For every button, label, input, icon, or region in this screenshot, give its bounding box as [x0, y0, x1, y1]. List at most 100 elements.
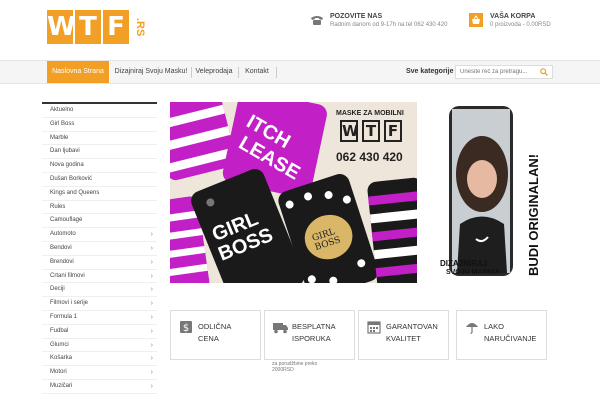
chevron-right-icon: ›: [150, 327, 153, 335]
contact-hours: Radnim danom od 9-17h na tel 062 430 420: [330, 22, 448, 28]
nav-contact[interactable]: Kontakt: [241, 61, 273, 83]
sidebar-category-item[interactable]: Bendovi ›: [42, 242, 157, 256]
logo-letter: T: [75, 10, 101, 44]
telephone-icon: [311, 16, 323, 25]
category-list: Aktuelno Girl Boss Marble Dan ljubavi Nova g…: [42, 104, 157, 394]
sidebar-category-label: Rules: [50, 203, 66, 210]
sidebar-category-label: Košarka: [50, 355, 73, 362]
sidebar-category-item[interactable]: Automoto ›: [42, 228, 157, 242]
site-header: W T F .RS POZOVITE NAS Radnim danom od 9…: [0, 0, 600, 60]
logo-letter: F: [103, 10, 129, 44]
banner-logo-letter: T: [362, 120, 380, 142]
sidebar-category-item[interactable]: Nova godina: [42, 159, 157, 173]
banner-phone-number: 062 430 420: [336, 150, 403, 164]
umbrella-icon: [466, 323, 478, 334]
ad-headline: DIZAJNIRAJ: [440, 259, 488, 268]
ad-subline: SVOJU MASKU!: [446, 269, 500, 276]
portrait-photo: [452, 109, 510, 273]
sidebar-category-label: Kings and Queens: [50, 189, 100, 196]
sidebar-category-item[interactable]: Marble: [42, 132, 157, 146]
sidebar-category-label: Automoto: [50, 231, 76, 238]
sidebar-category-label: Dušan Borković: [50, 175, 93, 182]
chevron-right-icon: ›: [150, 355, 153, 363]
nav-divider: [191, 67, 192, 78]
chevron-right-icon: ›: [150, 231, 153, 239]
chevron-right-icon: ›: [150, 341, 153, 349]
sidebar-category-label: Aktuelno: [50, 107, 74, 113]
site-logo[interactable]: W T F .RS: [47, 10, 149, 44]
chevron-right-icon: ›: [150, 272, 153, 280]
shopping-basket-icon: [469, 13, 483, 27]
contact-title: POZOVITE NAS: [330, 13, 383, 20]
sidebar-category-label: Formula 1: [50, 313, 78, 320]
chevron-right-icon: ›: [150, 258, 153, 266]
sidebar-category-label: Fudbal: [50, 327, 69, 334]
feature-subtitle: ISPORUKA: [292, 334, 331, 343]
cart-title: VAŠA KORPA: [490, 13, 536, 20]
chevron-right-icon: ›: [150, 313, 153, 321]
free-delivery-note: za porudžbine preko 2000RSD: [272, 361, 318, 373]
sidebar-category-item[interactable]: Dan ljubavi: [42, 145, 157, 160]
feature-easy-order: LAKO NARUČIVANJE: [456, 310, 547, 360]
sidebar-category-item[interactable]: Girl Boss: [42, 118, 157, 132]
sidebar-category-item[interactable]: Brendovi ›: [42, 256, 157, 270]
nav-design-case[interactable]: Dizajniraj Svoju Masku!: [113, 61, 189, 83]
sidebar-category-item[interactable]: Dušan Borković: [42, 173, 157, 187]
money-bag-icon: $: [180, 321, 192, 334]
delivery-truck-icon: [273, 323, 288, 334]
sidebar-category-label: Motori: [50, 369, 67, 376]
feature-title: LAKO: [484, 322, 505, 331]
sidebar-category-item[interactable]: Deciji ›: [42, 283, 157, 298]
sidebar-category-label: Glumci: [50, 341, 69, 348]
phone-case-photo: [449, 106, 513, 276]
feature-best-price: $ ODLIČNA CENA: [170, 310, 261, 360]
sidebar-category-label: Camouflage: [50, 217, 83, 224]
sidebar-category-item[interactable]: Kings and Queens: [42, 187, 157, 201]
sidebar-category-item[interactable]: Filmovi i serije ›: [42, 297, 157, 311]
feature-subtitle: CENA: [198, 334, 219, 343]
sidebar-category-label: Crtani filmovi: [50, 272, 85, 279]
calendar-icon: [367, 321, 381, 334]
nav-divider: [238, 67, 239, 78]
chevron-right-icon: ›: [150, 300, 153, 308]
feature-free-delivery: BESPLATNA ISPORUKA: [264, 310, 355, 360]
sidebar-category-item[interactable]: Rules: [42, 201, 157, 215]
sidebar-category-item[interactable]: Fudbal ›: [42, 325, 157, 339]
chevron-right-icon: ›: [150, 369, 153, 377]
sidebar-category-label: Filmovi i serije: [50, 300, 89, 307]
logo-letter: W: [47, 10, 76, 44]
sidebar-category-item[interactable]: Camouflage: [42, 214, 157, 229]
sidebar-category-label: Bendovi: [50, 244, 72, 251]
sidebar-category-label: Dan ljubavi: [50, 148, 80, 155]
chevron-right-icon: ›: [150, 382, 153, 390]
feature-subtitle: NARUČIVANJE: [484, 334, 537, 343]
category-sidebar: Aktuelno Girl Boss Marble Dan ljubavi Nova g…: [42, 102, 157, 394]
sidebar-category-item[interactable]: Crtani filmovi ›: [42, 270, 157, 284]
ad-vertical-slogan: BUDI ORIGINALAN!: [526, 153, 541, 276]
banner-logo-letter: W: [340, 120, 359, 142]
design-your-case-ad[interactable]: DIZAJNIRAJ SVOJU MASKU! BUDI ORIGINALAN!: [436, 102, 547, 283]
cart-summary: 0 proizvoda - 0.00RSD: [490, 22, 551, 28]
category-select[interactable]: Sve kategorije: [406, 61, 453, 83]
banner-logo-letter: F: [384, 120, 402, 142]
feature-quality: GARANTOVAN KVALITET: [358, 310, 449, 360]
sidebar-category-label: Nova godina: [50, 162, 84, 169]
sidebar-category-item[interactable]: Motori ›: [42, 366, 157, 380]
chevron-right-icon: ›: [150, 244, 153, 252]
sidebar-category-item[interactable]: Glumci ›: [42, 339, 157, 353]
nav-wholesale[interactable]: Veleprodaja: [194, 61, 234, 83]
sidebar-category-label: Muzičari: [50, 382, 73, 389]
sidebar-category-item[interactable]: Formula 1 ›: [42, 311, 157, 325]
feature-title: ODLIČNA: [198, 322, 232, 331]
sidebar-category-item[interactable]: Aktuelno: [42, 104, 157, 118]
nav-divider: [276, 67, 277, 78]
sidebar-category-item[interactable]: Muzičari ›: [42, 380, 157, 394]
sidebar-category-label: Deciji: [50, 286, 65, 293]
sidebar-category-item[interactable]: Košarka ›: [42, 352, 157, 367]
search-input[interactable]: [460, 66, 538, 78]
chevron-right-icon: ›: [150, 286, 153, 294]
nav-home[interactable]: Naslovna Strana: [47, 61, 109, 83]
main-navigation: Naslovna Strana Dizajniraj Svoju Masku! …: [0, 60, 600, 84]
search-icon[interactable]: [540, 68, 548, 76]
svg-text:$: $: [183, 323, 189, 334]
